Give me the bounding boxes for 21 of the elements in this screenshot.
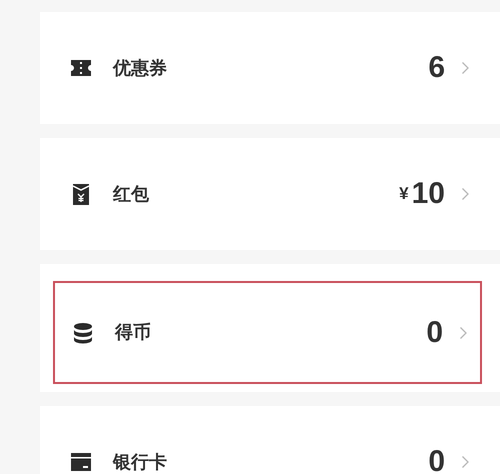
- list-item-card[interactable]: 红包 ¥10: [40, 138, 500, 250]
- bank-card-icon: [70, 451, 92, 473]
- ticket-icon: [70, 57, 92, 79]
- chevron-right-icon: [461, 61, 470, 75]
- item-label: 优惠券: [113, 56, 167, 80]
- item-value: 10: [412, 179, 445, 209]
- chevron-right-icon: [461, 455, 470, 469]
- list-item-card[interactable]: 银行卡 0: [40, 406, 500, 474]
- list-item-card[interactable]: 优惠券 6: [40, 12, 500, 124]
- envelope-icon: [70, 183, 92, 205]
- item-value: 0: [428, 447, 445, 474]
- item-label: 银行卡: [113, 450, 167, 474]
- chevron-right-icon: [459, 326, 468, 340]
- item-label: 得币: [115, 321, 151, 344]
- list-item-card[interactable]: 得币 0: [40, 264, 500, 392]
- currency-sign: ¥: [399, 183, 409, 206]
- coin-stack-icon: [72, 322, 94, 344]
- item-label: 红包: [113, 182, 149, 206]
- chevron-right-icon: [461, 187, 470, 201]
- item-value: 6: [428, 53, 445, 83]
- item-value: 0: [426, 318, 443, 348]
